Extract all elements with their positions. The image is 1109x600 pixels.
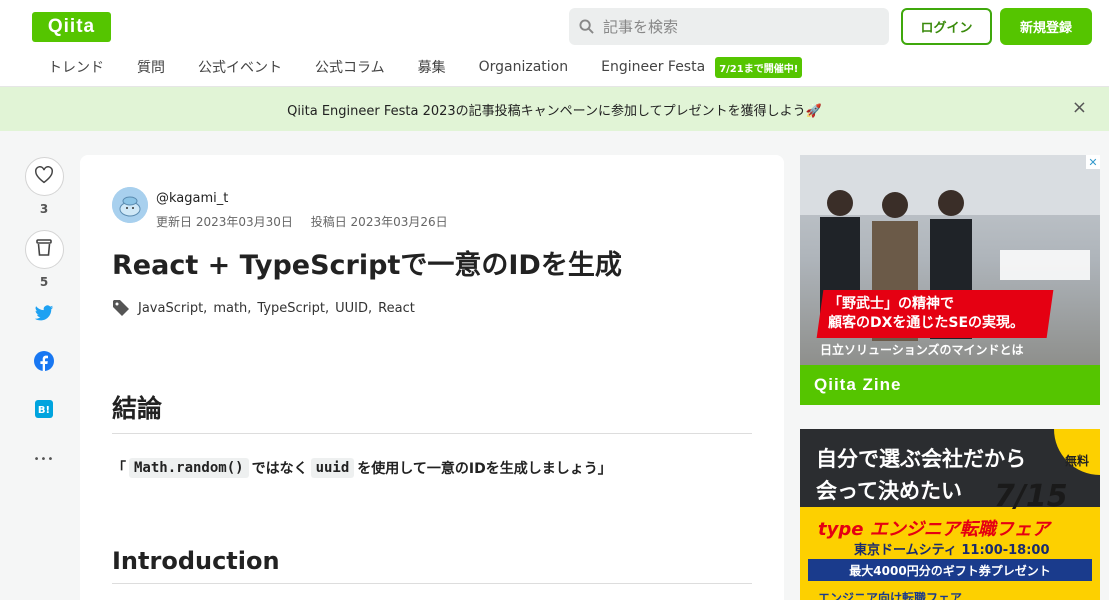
ad-close-icon[interactable]: ✕ bbox=[1086, 155, 1100, 169]
twitter-icon bbox=[34, 304, 54, 326]
nav-item-engineer-festa[interactable]: Engineer Festa bbox=[601, 59, 705, 75]
ad-headline-line1: 「野武士」の精神で bbox=[828, 296, 954, 312]
tag-separator: , bbox=[247, 300, 252, 316]
ad2-gift: 最大4000円分のギフト券プレゼント bbox=[808, 559, 1092, 581]
heading-introduction: Introduction bbox=[112, 547, 752, 584]
ad2-brand: type エンジニア転職フェア bbox=[818, 519, 1050, 540]
conclusion-open: 「 bbox=[112, 461, 126, 477]
svg-text:B!: B! bbox=[38, 405, 50, 416]
close-icon[interactable]: × bbox=[1072, 99, 1087, 117]
tag-uuid[interactable]: UUID bbox=[335, 301, 368, 316]
festa-badge: 7/21まで開催中! bbox=[715, 56, 803, 78]
nav-item-official-events[interactable]: 公式イベント bbox=[198, 57, 282, 77]
code-uuid: uuid bbox=[310, 458, 355, 478]
ad-brand-bar: Qiita Zine bbox=[800, 365, 1100, 405]
action-sidebar: 3 5 B! ••• bbox=[24, 157, 64, 495]
posted-date: 投稿日 2023年03月26日 bbox=[310, 215, 448, 229]
twitter-share[interactable] bbox=[32, 303, 56, 327]
ad-qiita-zine[interactable]: 「野武士」の精神で 顧客のDXを通じたSEの実現。 日立ソリューションズのマイン… bbox=[800, 155, 1100, 405]
tag-javascript[interactable]: JavaScript bbox=[138, 301, 203, 316]
hatena-share[interactable]: B! bbox=[32, 399, 56, 423]
conclusion-middle: ではなく bbox=[251, 461, 308, 477]
nav-item-organization[interactable]: Organization bbox=[479, 59, 569, 75]
ad2-bottom-text: エンジニア向け転職フェア bbox=[818, 591, 963, 600]
author-name[interactable]: @kagami_t bbox=[156, 191, 228, 206]
stock-icon bbox=[36, 238, 52, 261]
like-button[interactable] bbox=[24, 157, 64, 196]
ad-headline: 「野武士」の精神で 顧客のDXを通じたSEの実現。 bbox=[828, 295, 1024, 333]
stock-count: 5 bbox=[39, 275, 49, 289]
tag-math[interactable]: math bbox=[213, 301, 247, 316]
tag-icon bbox=[112, 299, 130, 317]
article-dates: 更新日 2023年03月30日 投稿日 2023年03月26日 bbox=[156, 213, 462, 230]
tag-separator: , bbox=[325, 300, 330, 316]
ad-headline-line2: 顧客のDXを通じたSEの実現。 bbox=[828, 315, 1025, 331]
tag-react[interactable]: React bbox=[378, 301, 415, 316]
nav-item-questions[interactable]: 質問 bbox=[137, 57, 165, 77]
heading-conclusion: 結論 bbox=[112, 389, 752, 434]
hatena-bookmark-icon: B! bbox=[35, 400, 53, 422]
updated-date: 更新日 2023年03月30日 bbox=[156, 215, 293, 229]
search-input[interactable] bbox=[603, 17, 863, 36]
search-icon bbox=[579, 19, 595, 35]
ad2-date: 7/15 bbox=[994, 479, 1068, 514]
more-icon: ••• bbox=[33, 453, 55, 465]
facebook-share[interactable] bbox=[32, 351, 56, 375]
signup-button[interactable]: 新規登録 bbox=[1000, 8, 1092, 45]
tag-typescript[interactable]: TypeScript bbox=[257, 301, 325, 316]
login-button[interactable]: ログイン bbox=[901, 8, 992, 45]
nav-item-recruit[interactable]: 募集 bbox=[418, 57, 446, 77]
code-math-random: Math.random() bbox=[129, 458, 249, 478]
nav-item-official-columns[interactable]: 公式コラム bbox=[315, 57, 385, 77]
conclusion-paragraph: 「 Math.random() ではなく uuid を使用して一意のIDを生成し… bbox=[112, 458, 612, 478]
facebook-icon bbox=[34, 351, 54, 375]
article-card: @kagami_t 更新日 2023年03月30日 投稿日 2023年03月26… bbox=[80, 155, 784, 600]
author-avatar[interactable] bbox=[112, 187, 148, 223]
campaign-banner[interactable]: Qiita Engineer Festa 2023の記事投稿キャンペーンに参加し… bbox=[0, 87, 1109, 131]
tag-separator: , bbox=[203, 300, 208, 316]
like-count: 3 bbox=[39, 202, 49, 216]
ad2-venue: 東京ドームシティ 11:00-18:00 bbox=[854, 543, 1050, 558]
search-box[interactable] bbox=[569, 8, 889, 45]
tag-list: JavaScript, math, TypeScript, UUID, Reac… bbox=[112, 299, 415, 317]
more-options-button[interactable]: ••• bbox=[32, 447, 56, 471]
nav-item-trend[interactable]: トレンド bbox=[48, 57, 104, 77]
qiita-logo[interactable]: Qiita bbox=[32, 12, 111, 42]
banner-text[interactable]: Qiita Engineer Festa 2023の記事投稿キャンペーンに参加し… bbox=[287, 100, 822, 119]
stock-button[interactable] bbox=[24, 230, 64, 269]
tag-separator: , bbox=[368, 300, 373, 316]
site-header: Qiita ログイン 新規登録 トレンド 質問 公式イベント 公式コラム 募集 … bbox=[0, 0, 1109, 87]
ad-subtext: 日立ソリューションズのマインドとは bbox=[820, 343, 1024, 357]
ad-engineer-fair[interactable]: 自分で選ぶ会社だから 会って決めたい 無料 7/15 type エンジニア転職フ… bbox=[800, 429, 1100, 600]
heart-icon bbox=[34, 165, 54, 188]
ad2-headline-line1: 自分で選ぶ会社だから bbox=[816, 447, 1026, 471]
conclusion-rest: を使用して一意のIDを生成しましょう」 bbox=[357, 461, 612, 477]
article-title: React + TypeScriptで一意のIDを生成 bbox=[112, 250, 622, 281]
main-nav: トレンド 質問 公式イベント 公式コラム 募集 Organization Eng… bbox=[48, 56, 803, 78]
